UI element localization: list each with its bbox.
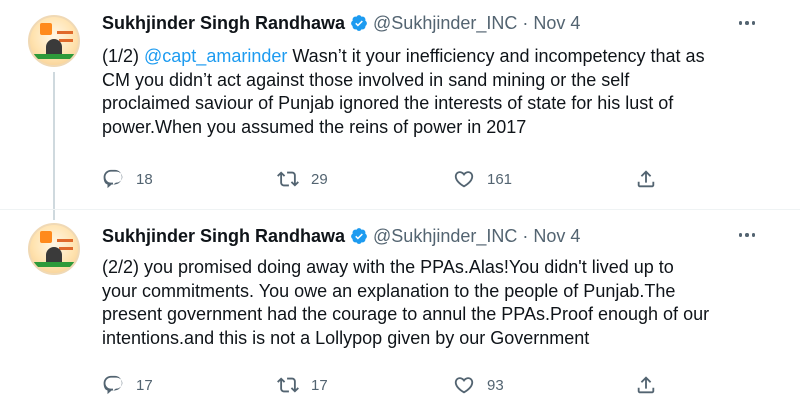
avatar-graphic [57,31,73,34]
reply-count: 17 [136,376,153,394]
more-dot [745,233,749,237]
author-name[interactable]: Sukhjinder Singh Randhawa [102,13,345,34]
more-options-icon[interactable] [735,229,759,241]
retweet-button[interactable]: 29 [277,167,328,191]
share-button[interactable] [635,373,657,397]
tweet-text: (2/2) you promised doing away with the P… [102,256,772,350]
tweet-actions: 18 29 161 [102,167,662,191]
tweet-header: Sukhjinder Singh Randhawa @Sukhjinder_IN… [102,11,580,35]
thread-connector-line [53,72,55,220]
share-icon [637,170,655,188]
more-options-icon[interactable] [735,17,759,29]
avatar-band [30,54,78,59]
tweet-text-line: intentions.and this is not a Lollypop gi… [102,327,590,348]
retweet-icon [277,377,299,393]
tweet-text-line: power.When you assumed the reins of powe… [102,116,527,137]
tweet-1[interactable]: Sukhjinder Singh Randhawa @Sukhjinder_IN… [0,0,800,220]
tweet-text-line: (1/2) @capt_amarinder Wasn’t it your ine… [102,45,772,69]
retweet-count: 29 [311,170,328,188]
retweet-icon [277,171,299,187]
avatar-graphic [59,39,73,42]
avatar-graphic [59,247,73,250]
tweet-text-line: CM you didn’t act against those involved… [102,69,630,90]
text-rest: Wasn’t it your inefficiency and incompet… [287,46,705,66]
reply-button[interactable]: 18 [102,167,153,191]
share-button[interactable] [635,167,657,191]
verified-badge-icon [351,15,367,31]
author-avatar[interactable] [28,223,80,275]
author-avatar[interactable] [28,15,80,67]
reply-icon [103,169,123,189]
meta-separator: · [522,12,529,33]
like-count: 93 [487,376,504,394]
tweet-2[interactable]: Sukhjinder Singh Randhawa @Sukhjinder_IN… [0,210,800,420]
more-dot [745,21,749,25]
avatar-band [30,262,78,267]
tweet-text-line: present government had the courage to an… [102,304,710,324]
heart-icon [454,377,474,394]
more-dot [738,233,743,237]
avatar-flag [40,23,52,35]
reply-count: 18 [136,170,153,188]
more-dot [751,233,756,237]
share-icon [637,376,655,394]
retweet-button[interactable]: 17 [277,373,328,397]
retweet-count: 17 [311,376,328,394]
author-handle[interactable]: @Sukhjinder_INC [373,13,517,34]
like-button[interactable]: 161 [453,167,512,191]
heart-icon [454,171,474,188]
tweet-text-line: (2/2) you promised doing away with the P… [102,257,674,277]
meta-separator: · [522,225,529,246]
verified-badge-icon [351,228,367,244]
avatar-graphic [57,239,73,242]
avatar-flag [40,231,52,243]
like-button[interactable]: 93 [453,373,504,397]
tweet-actions: 17 17 93 [102,373,662,397]
reply-icon [103,375,123,395]
more-dot [751,21,756,25]
tweet-text-line: proclaimed saviour of Punjab ignored the… [102,93,674,113]
author-handle[interactable]: @Sukhjinder_INC [373,226,517,247]
more-dot [738,21,743,25]
author-name[interactable]: Sukhjinder Singh Randhawa [102,226,345,247]
tweet-text: (1/2) @capt_amarinder Wasn’t it your ine… [102,45,772,139]
like-count: 161 [487,170,513,188]
text-prefix: (1/2) [102,46,145,66]
reply-button[interactable]: 17 [102,373,153,397]
tweet-date[interactable]: Nov 4 [533,226,580,247]
tweet-date[interactable]: Nov 4 [533,13,580,34]
tweet-text-line: your commitments. You owe an explanation… [102,280,676,301]
mention-link[interactable]: @capt_amarinder [144,46,287,66]
tweet-header: Sukhjinder Singh Randhawa @Sukhjinder_IN… [102,224,580,248]
